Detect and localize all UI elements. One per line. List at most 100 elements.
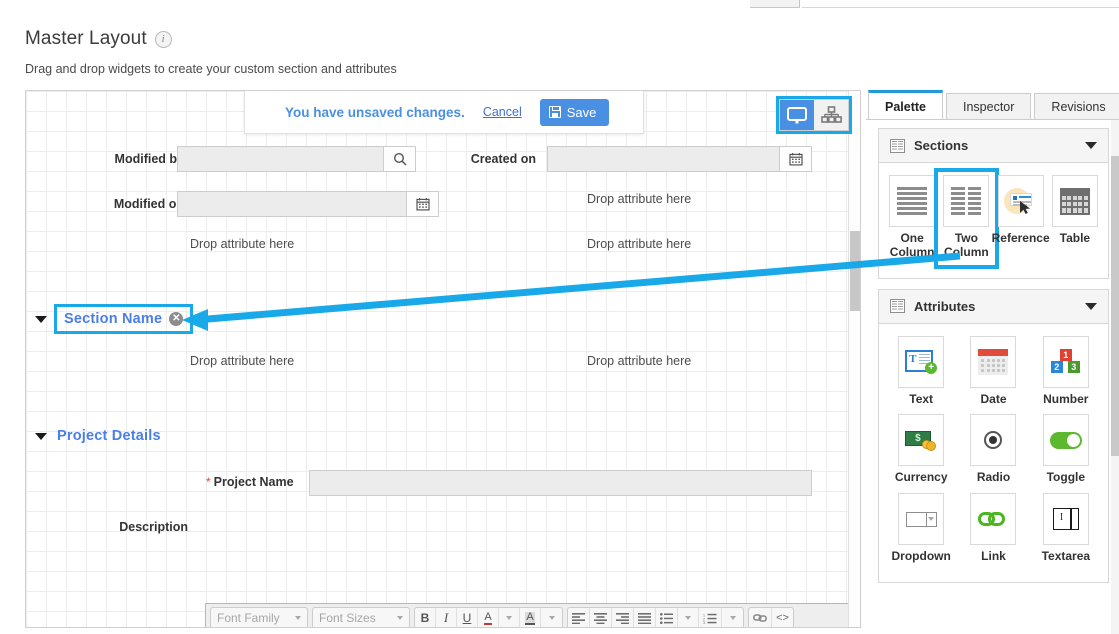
font-family-select[interactable]: Font Family (211, 608, 307, 627)
palette-item-link[interactable]: Link (957, 493, 1029, 564)
palette-item-currency[interactable]: Currency (885, 414, 957, 485)
insert-group[interactable]: <> (748, 607, 794, 627)
view-mode-toggle[interactable] (776, 96, 852, 134)
drop-zone[interactable]: Drop attribute here (190, 354, 294, 368)
reference-icon (997, 175, 1044, 227)
palette-item-label: Currency (894, 470, 948, 485)
unsaved-message: You have unsaved changes. (285, 104, 465, 120)
numbered-list-dropdown-icon[interactable] (722, 608, 743, 627)
currency-icon (898, 414, 945, 467)
calendar-icon[interactable] (406, 192, 438, 216)
floppy-disk-icon (548, 106, 561, 118)
field-modified-on[interactable] (177, 191, 439, 217)
created-on-input[interactable] (548, 147, 779, 171)
font-size-group[interactable]: Font Sizes (312, 607, 410, 627)
field-modified-by[interactable] (177, 146, 416, 172)
palette-item-number[interactable]: 123 Number (1030, 335, 1102, 407)
layout-canvas[interactable]: You have unsaved changes. Cancel Save Mo… (25, 90, 861, 628)
project-name-input[interactable] (310, 471, 811, 495)
right-panel: Palette Inspector Revisions Sections One… (866, 90, 1119, 634)
section-name-label: Section Name (64, 311, 163, 327)
section-header-section-name[interactable]: Section Name ✕ (35, 304, 194, 334)
two-column-icon (943, 175, 990, 227)
chevron-down-icon[interactable] (35, 315, 47, 323)
highlight-color-dropdown-icon[interactable] (541, 608, 562, 627)
accordion-sections: Sections One Column Two Column Reference… (878, 128, 1109, 279)
source-code-icon[interactable]: <> (772, 608, 793, 627)
top-strip-rest (802, 0, 1119, 8)
palette-item-one-column[interactable]: One Column (885, 175, 939, 260)
align-left-icon[interactable] (568, 608, 590, 627)
palette-item-dropdown[interactable]: Dropdown (885, 493, 957, 564)
drop-zone[interactable]: Drop attribute here (587, 192, 691, 206)
panel-scrollbar[interactable] (1111, 120, 1119, 634)
attributes-palette-grid: T + Text Date 1 2 3 Number $ Currency Ra… (885, 335, 1102, 572)
svg-text:3: 3 (703, 621, 705, 624)
calendar-icon[interactable] (779, 147, 811, 171)
section-header-project-details[interactable]: Project Details (35, 428, 161, 444)
field-project-name[interactable] (309, 470, 812, 496)
alignment-list-group[interactable]: 123 (567, 607, 744, 627)
text-color-dropdown-icon[interactable] (499, 608, 520, 627)
palette-item-text[interactable]: T + Text (885, 335, 957, 407)
textarea-icon: I (1042, 493, 1089, 546)
bullet-list-dropdown-icon[interactable] (678, 608, 699, 627)
tab-revisions[interactable]: Revisions (1034, 93, 1119, 120)
search-icon[interactable] (383, 147, 415, 171)
numbered-list-icon[interactable]: 123 (699, 608, 722, 627)
accordion-sections-header[interactable]: Sections (879, 129, 1108, 163)
font-size-select[interactable]: Font Sizes (313, 608, 409, 627)
chevron-down-icon[interactable] (1085, 302, 1097, 310)
description-rich-text-editor[interactable]: Font Family Font Sizes B I U A A 1 2 3 <… (205, 603, 854, 627)
align-right-icon[interactable] (612, 608, 634, 627)
align-center-icon[interactable] (590, 608, 612, 627)
cancel-link[interactable]: Cancel (483, 105, 522, 119)
modified-on-input[interactable] (178, 192, 406, 216)
link-icon[interactable] (749, 608, 772, 627)
bold-icon[interactable]: B (415, 608, 436, 627)
sitemap-icon[interactable] (814, 100, 848, 130)
save-button[interactable]: Save (539, 98, 610, 126)
text-style-group[interactable]: B I U A A (414, 607, 563, 627)
palette-item-two-column[interactable]: Two Column (934, 168, 1000, 269)
palette-item-radio[interactable]: Radio (957, 414, 1029, 485)
text-color-icon[interactable]: A (478, 608, 499, 627)
accordion-attributes-title: Attributes (914, 298, 976, 314)
close-icon[interactable]: ✕ (169, 312, 184, 326)
field-label-project-name: * Project Name (206, 475, 294, 489)
chevron-down-icon[interactable] (1085, 142, 1097, 149)
monitor-icon[interactable] (780, 100, 814, 130)
palette-item-toggle[interactable]: Toggle (1030, 414, 1102, 485)
section-name-selected-wrapper[interactable]: Section Name ✕ (53, 304, 194, 334)
palette-item-label: Textarea (1041, 549, 1091, 564)
save-button-label: Save (566, 104, 597, 120)
panel-scrollbar-thumb[interactable] (1111, 156, 1119, 456)
project-details-label: Project Details (57, 428, 161, 444)
underline-icon[interactable]: U (457, 608, 478, 627)
modified-by-input[interactable] (178, 147, 383, 171)
app-root: Master Layout i Drag and drop widgets to… (0, 0, 1119, 634)
palette-item-textarea[interactable]: I Textarea (1030, 493, 1102, 564)
font-family-group[interactable]: Font Family (210, 607, 308, 627)
tab-inspector[interactable]: Inspector (946, 93, 1032, 120)
accordion-attributes-header[interactable]: Attributes (879, 289, 1108, 324)
align-justify-icon[interactable] (634, 608, 656, 627)
palette-item-table[interactable]: Table (1048, 175, 1102, 260)
canvas-scrollbar-thumb[interactable] (850, 231, 860, 311)
drop-zone[interactable]: Drop attribute here (190, 237, 294, 251)
drop-zone[interactable]: Drop attribute here (587, 354, 691, 368)
tab-palette-label: Palette (885, 99, 926, 114)
palette-item-label: Toggle (1046, 470, 1086, 485)
italic-icon[interactable]: I (436, 608, 457, 627)
info-icon[interactable]: i (154, 30, 172, 48)
page-header: Master Layout i Drag and drop widgets to… (25, 28, 397, 76)
field-created-on[interactable] (547, 146, 812, 172)
tab-palette[interactable]: Palette (868, 90, 943, 120)
drop-zone[interactable]: Drop attribute here (587, 237, 691, 251)
palette-item-reference[interactable]: Reference (992, 175, 1050, 260)
chevron-down-icon[interactable] (35, 432, 47, 440)
bullet-list-icon[interactable] (656, 608, 678, 627)
highlight-color-icon[interactable]: A (520, 608, 541, 627)
palette-item-date[interactable]: Date (957, 335, 1029, 407)
canvas-scrollbar[interactable] (848, 91, 860, 627)
